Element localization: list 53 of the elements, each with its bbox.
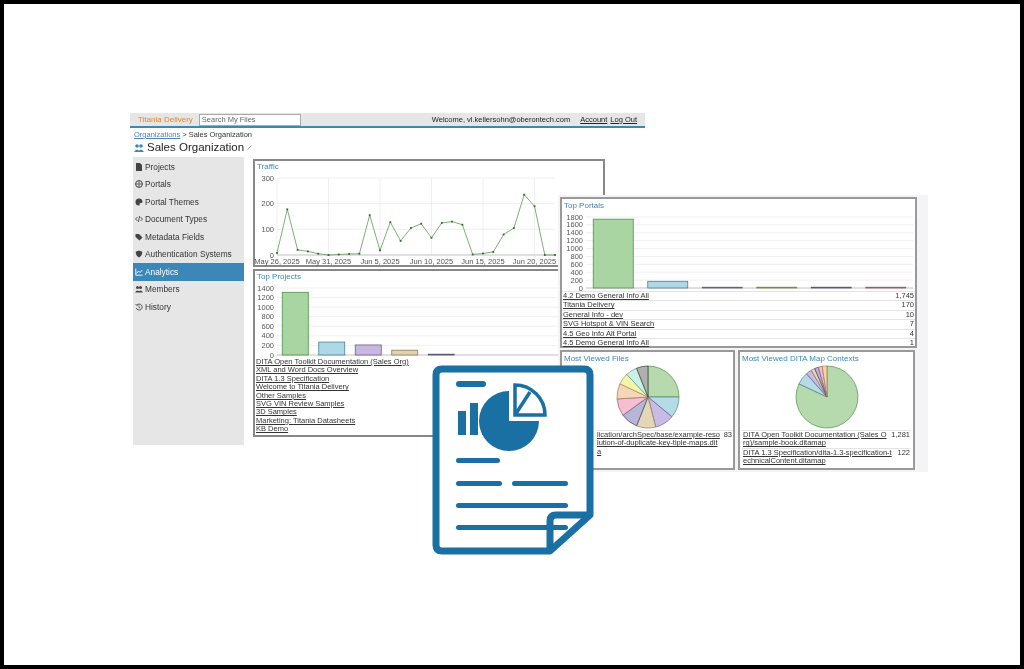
chart-icon [135, 267, 143, 276]
data-point [337, 253, 340, 256]
data-point [286, 208, 289, 211]
data-point [296, 248, 299, 251]
page-title: Sales Organization [147, 139, 245, 155]
chart-bar [427, 353, 455, 356]
sidebar-item[interactable]: Document Types [133, 210, 244, 228]
people-icon [134, 143, 144, 152]
chart-bar [354, 344, 382, 356]
people-icon [135, 285, 143, 294]
sidebar-item[interactable]: Metadata Fields [133, 228, 244, 246]
sidebar-item[interactable]: Authentication Systems [133, 245, 244, 263]
file-icon [135, 162, 143, 171]
chart-bar [647, 280, 689, 289]
sidebar-item[interactable]: Portals [133, 175, 244, 193]
data-point [461, 223, 464, 226]
data-point [389, 221, 392, 224]
data-point [533, 205, 536, 208]
data-point [420, 222, 423, 225]
sidebar-item[interactable]: Projects [133, 158, 244, 176]
chart-bar [865, 286, 907, 289]
data-point [471, 253, 474, 256]
history-icon [135, 302, 143, 311]
data-point [368, 214, 371, 217]
shield-icon [135, 250, 143, 259]
tag-icon [135, 232, 143, 241]
chart-bar [281, 291, 309, 356]
panel-title: Top Portals [563, 200, 606, 211]
chart-bar [318, 341, 346, 356]
sidebar-item[interactable]: Portal Themes [133, 193, 244, 211]
panel-title: Most Viewed DITA Map Contexts [741, 353, 860, 364]
sidebar-item[interactable]: Members [133, 280, 244, 298]
pie-chart-drawing [794, 365, 859, 429]
panel-title: Top Projects [256, 271, 303, 282]
data-point [430, 236, 433, 239]
data-point [317, 252, 320, 255]
sidebar-item[interactable]: History [133, 298, 244, 316]
palette-icon [135, 197, 143, 206]
chart-bar [701, 286, 743, 289]
chart-bar [391, 349, 419, 356]
chart-bar [592, 218, 634, 289]
chart-bar [756, 286, 798, 289]
panel-title: Traffic [256, 161, 280, 172]
data-point [502, 233, 505, 236]
data-point [358, 252, 361, 255]
pie-chart-drawing [615, 365, 680, 429]
globe-icon [135, 180, 143, 189]
sidebar-item[interactable]: Analytics [133, 263, 244, 281]
code-icon [135, 215, 143, 224]
chart-bar [810, 286, 852, 289]
edit-icon[interactable] [247, 145, 253, 150]
data-point [523, 193, 526, 196]
panel-title: Most Viewed Files [563, 353, 630, 364]
